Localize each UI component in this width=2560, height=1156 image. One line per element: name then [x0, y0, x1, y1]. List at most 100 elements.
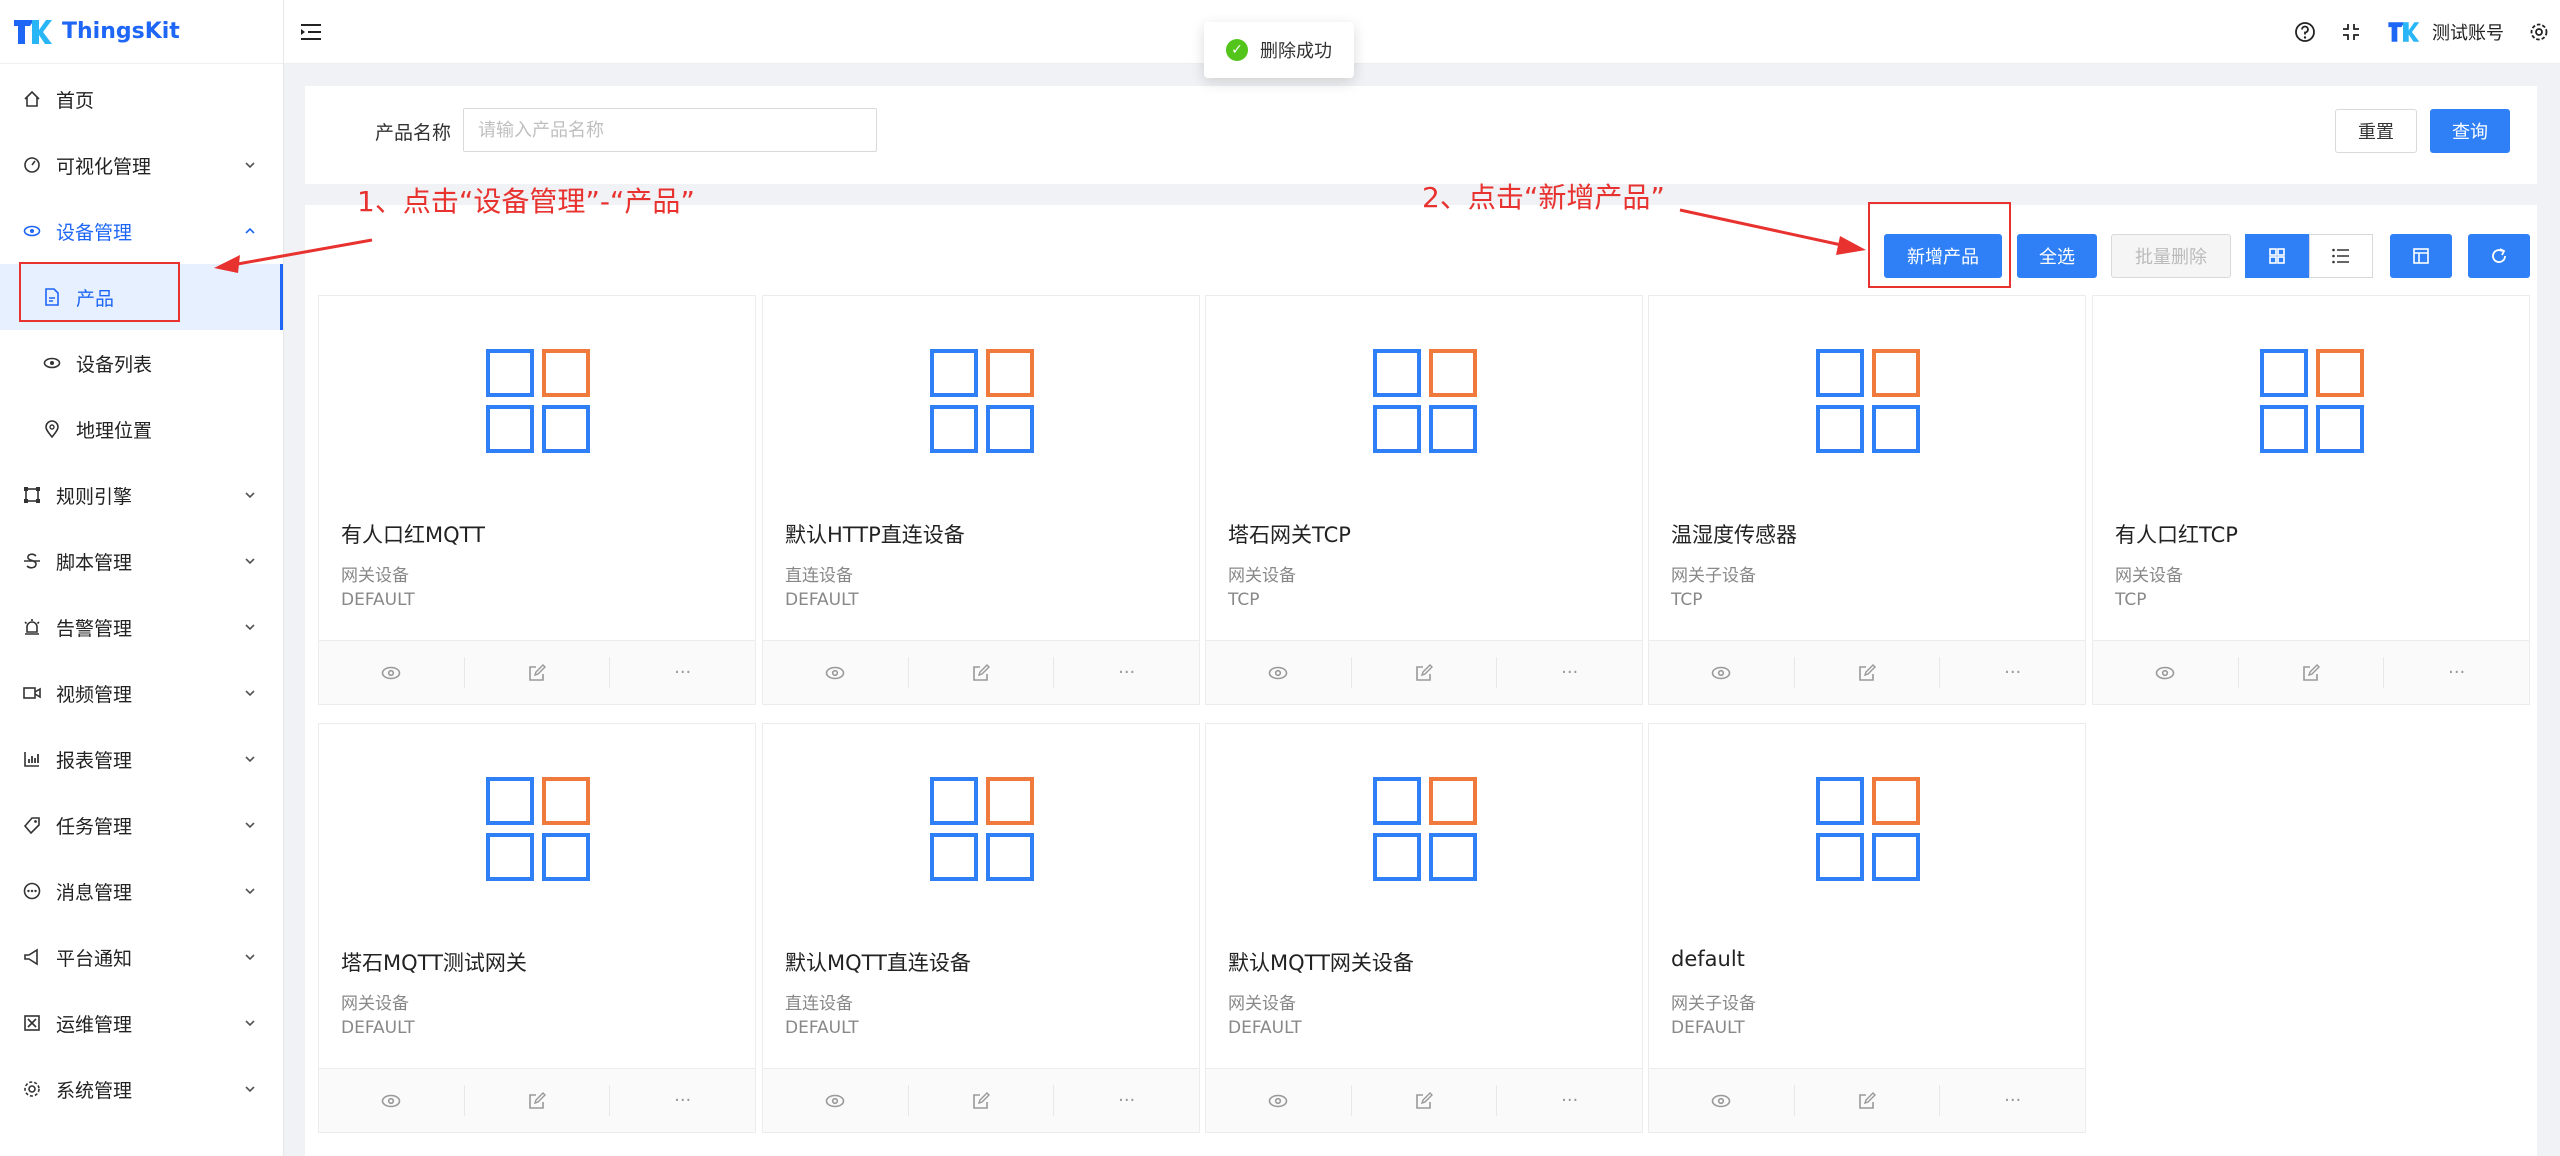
column-settings-button[interactable]	[2390, 234, 2452, 278]
sidebar-item-device-management[interactable]: 设备管理	[0, 198, 283, 264]
query-button[interactable]: 查询	[2430, 109, 2510, 153]
more-icon: ···	[1118, 662, 1136, 683]
view-button[interactable]	[1649, 657, 1795, 688]
logo[interactable]: ThingsKit	[0, 0, 283, 64]
transport-protocol: DEFAULT	[785, 590, 859, 610]
card-actions: ···	[1649, 640, 2085, 704]
sidebar-item-ops[interactable]: 运维管理	[0, 990, 283, 1056]
sidebar-item-visualization[interactable]: 可视化管理	[0, 132, 283, 198]
more-button[interactable]: ···	[1940, 657, 2085, 688]
more-button[interactable]: ···	[610, 657, 755, 688]
more-button[interactable]: ···	[610, 1085, 755, 1116]
eye-icon	[22, 221, 42, 241]
annotation-step1: 1、点击“设备管理”-“产品”	[357, 185, 695, 218]
account-menu[interactable]: 测试账号	[2386, 19, 2504, 45]
product-card[interactable]: 默认MQTT网关设备 网关设备 DEFAULT ···	[1205, 723, 1643, 1133]
collapse-menu-icon[interactable]	[298, 19, 324, 45]
product-card[interactable]: 温湿度传感器 网关子设备 TCP ···	[1648, 295, 2086, 705]
chevron-down-icon	[243, 158, 257, 172]
sidebar-item-video[interactable]: 视频管理	[0, 660, 283, 726]
view-button[interactable]	[319, 657, 465, 688]
fullscreen-icon[interactable]	[2340, 21, 2362, 43]
sidebar-item-system[interactable]: 系统管理	[0, 1056, 283, 1122]
sidebar-item-message[interactable]: 消息管理	[0, 858, 283, 924]
product-icon	[1816, 349, 1920, 453]
more-icon: ···	[1118, 1090, 1136, 1111]
edit-button[interactable]	[1352, 657, 1498, 688]
view-button[interactable]	[2093, 657, 2239, 688]
more-button[interactable]: ···	[1497, 1085, 1642, 1116]
product-card[interactable]: 有人口红TCP 网关设备 TCP ···	[2092, 295, 2530, 705]
sidebar-item-label: 任务管理	[56, 815, 133, 838]
view-button[interactable]	[763, 1085, 909, 1116]
sidebar-item-home[interactable]: 首页	[0, 66, 283, 132]
thingskit-logo-icon	[14, 19, 52, 44]
more-button[interactable]: ···	[1497, 657, 1642, 688]
sidebar-item-script[interactable]: 脚本管理	[0, 528, 283, 594]
view-button[interactable]	[319, 1085, 465, 1116]
sidebar-item-label: 报表管理	[56, 749, 133, 772]
more-button[interactable]: ···	[1940, 1085, 2085, 1116]
more-button[interactable]: ···	[1054, 1085, 1199, 1116]
view-button[interactable]	[1649, 1085, 1795, 1116]
view-button[interactable]	[763, 657, 909, 688]
edit-button[interactable]	[909, 1085, 1055, 1116]
product-title: 塔石网关TCP	[1228, 523, 1351, 547]
sidebar-item-rule-engine[interactable]: 规则引擎	[0, 462, 283, 528]
card-view-button[interactable]	[2245, 234, 2309, 278]
edit-button[interactable]	[465, 1085, 611, 1116]
edit-icon	[1416, 663, 1433, 681]
product-icon	[486, 777, 590, 881]
transport-protocol: TCP	[2115, 590, 2147, 610]
edit-button[interactable]	[1795, 1085, 1941, 1116]
sidebar-item-notification[interactable]: 平台通知	[0, 924, 283, 990]
reset-button[interactable]: 重置	[2335, 109, 2417, 153]
chevron-down-icon	[243, 1016, 257, 1030]
sidebar-item-report[interactable]: 报表管理	[0, 726, 283, 792]
product-card[interactable]: 有人口红MQTT 网关设备 DEFAULT ···	[318, 295, 756, 705]
product-icon	[1816, 777, 1920, 881]
product-name-input[interactable]	[463, 108, 877, 152]
help-icon[interactable]	[2294, 21, 2316, 43]
view-button[interactable]	[1206, 1085, 1352, 1116]
edit-button[interactable]	[909, 657, 1055, 688]
chevron-down-icon	[243, 686, 257, 700]
edit-icon	[1859, 1091, 1876, 1109]
edit-button[interactable]	[2239, 657, 2385, 688]
more-button[interactable]: ···	[1054, 657, 1199, 688]
select-all-button[interactable]: 全选	[2017, 234, 2097, 278]
product-card[interactable]: 默认MQTT直连设备 直连设备 DEFAULT ···	[762, 723, 1200, 1133]
batch-delete-button[interactable]: 批量删除	[2111, 234, 2231, 278]
edit-icon	[2303, 663, 2320, 681]
chevron-down-icon	[243, 818, 257, 832]
product-card[interactable]: 默认HTTP直连设备 直连设备 DEFAULT ···	[762, 295, 1200, 705]
chevron-down-icon	[243, 620, 257, 634]
sidebar-item-location[interactable]: 地理位置	[0, 396, 283, 462]
sidebar-menu: 首页 可视化管理 设备管理 产品 设备列表 地理位置 规则引擎 脚本管理 告警管…	[0, 64, 283, 1122]
device-type: 直连设备	[785, 566, 853, 586]
settings-icon[interactable]	[2528, 21, 2550, 43]
list-icon	[2332, 248, 2349, 264]
more-button[interactable]: ···	[2384, 657, 2529, 688]
view-switch	[2245, 234, 2373, 278]
sidebar-item-device-list[interactable]: 设备列表	[0, 330, 283, 396]
product-card[interactable]: 塔石网关TCP 网关设备 TCP ···	[1205, 295, 1643, 705]
home-icon	[22, 89, 42, 109]
product-card[interactable]: 塔石MQTT测试网关 网关设备 DEFAULT ···	[318, 723, 756, 1133]
product-card[interactable]: default 网关子设备 DEFAULT ···	[1648, 723, 2086, 1133]
list-view-button[interactable]	[2309, 234, 2373, 278]
refresh-button[interactable]	[2468, 234, 2530, 278]
sidebar-item-alarm[interactable]: 告警管理	[0, 594, 283, 660]
card-actions: ···	[319, 1068, 755, 1132]
sidebar-item-task[interactable]: 任务管理	[0, 792, 283, 858]
product-icon	[2260, 349, 2364, 453]
card-actions: ···	[763, 1068, 1199, 1132]
product-title: 有人口红MQTT	[341, 523, 485, 547]
edit-button[interactable]	[1795, 657, 1941, 688]
product-icon	[486, 349, 590, 453]
edit-button[interactable]	[1352, 1085, 1498, 1116]
eye-icon	[2156, 666, 2175, 679]
product-title: default	[1671, 947, 1745, 971]
view-button[interactable]	[1206, 657, 1352, 688]
edit-button[interactable]	[465, 657, 611, 688]
